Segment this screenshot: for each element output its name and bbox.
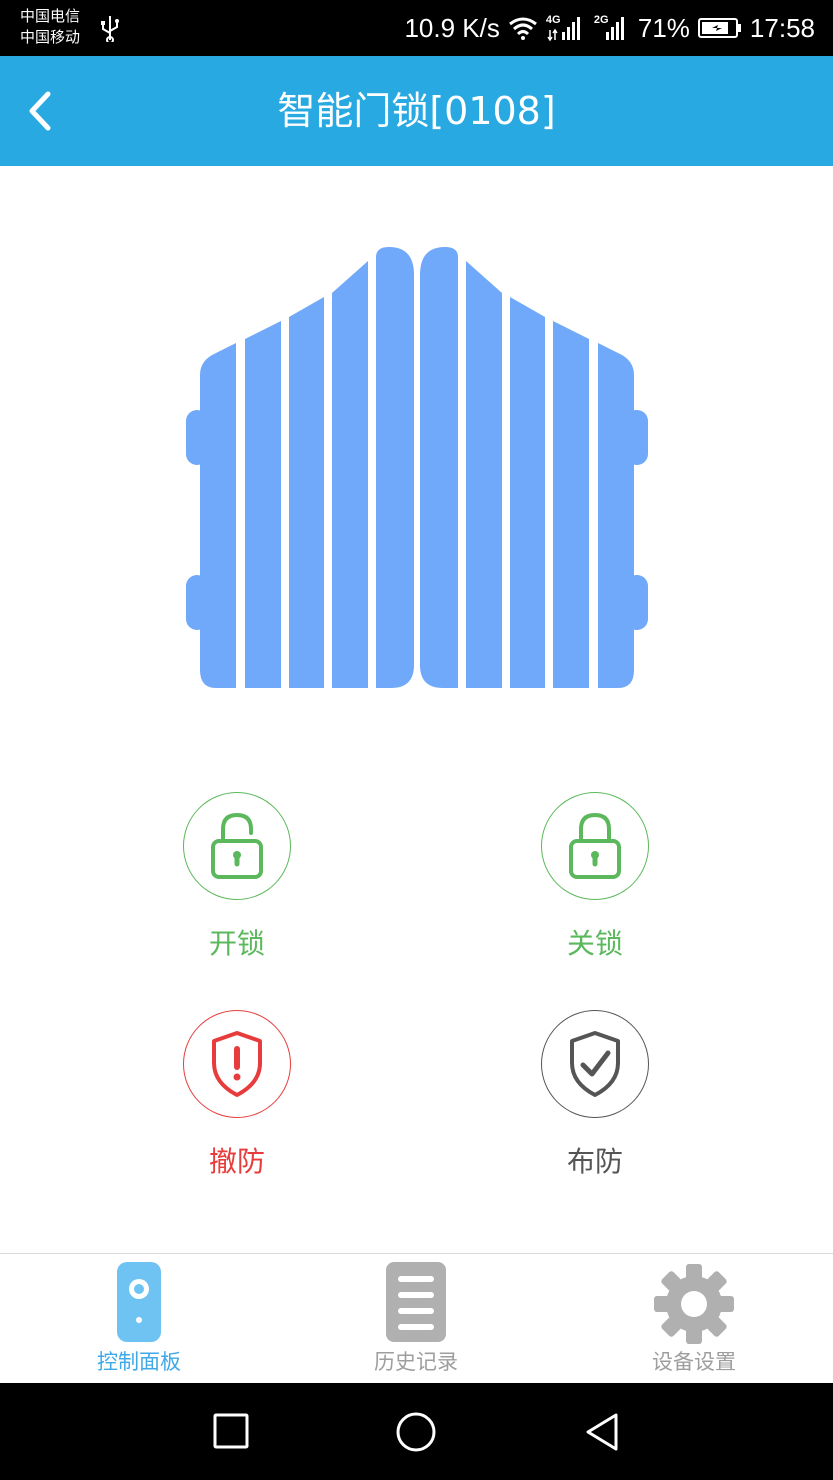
- tab-label-control-panel: 控制面板: [97, 1350, 181, 1374]
- lock-label: 关锁: [566, 927, 623, 960]
- tab-control-panel[interactable]: 控制面板: [39, 1254, 239, 1384]
- battery-percent: 71%: [637, 12, 690, 43]
- net-speed: 10.9 K/s: [404, 12, 500, 43]
- clock: 17:58: [749, 12, 815, 43]
- back-nav-button[interactable]: [582, 1411, 622, 1457]
- circle-home-icon: [396, 1412, 436, 1452]
- smart-lock-house-icon: [186, 245, 648, 690]
- carrier-1: 中国电信: [20, 7, 81, 25]
- home-button[interactable]: [395, 1411, 437, 1457]
- wifi-icon: [508, 16, 538, 40]
- app-header: 智能门锁[0108]: [0, 56, 833, 166]
- status-bar: 中国电信 中国移动 10.9 K/s 4G 2G 71% 17:58: [0, 0, 833, 56]
- shield-alert-icon: [212, 1031, 262, 1097]
- shield-check-icon: [570, 1031, 620, 1097]
- square-recents-icon: [213, 1413, 249, 1449]
- lock-circle[interactable]: [541, 792, 649, 900]
- triangle-back-icon: [586, 1413, 618, 1451]
- system-nav-bar: [0, 1383, 833, 1480]
- arm-label: 布防: [566, 1145, 623, 1178]
- tab-device-settings[interactable]: 设备设置: [594, 1254, 794, 1384]
- document-list-icon: [385, 1262, 447, 1348]
- tab-history[interactable]: 历史记录: [316, 1254, 516, 1384]
- recents-button[interactable]: [212, 1411, 250, 1455]
- carrier-names: 中国电信 中国移动: [20, 6, 80, 48]
- arm-circle[interactable]: [541, 1010, 649, 1118]
- unlock-circle[interactable]: [183, 792, 291, 900]
- disarm-button[interactable]: 撤防: [137, 1010, 337, 1180]
- status-right: 10.9 K/s 4G 2G 71% 17:58: [404, 12, 815, 44]
- unlock-label: 开锁: [208, 927, 265, 960]
- remote-control-icon: [116, 1262, 162, 1348]
- unlocked-padlock-icon: [211, 812, 263, 879]
- battery-icon: [697, 17, 742, 39]
- tab-label-device-settings: 设备设置: [652, 1350, 736, 1374]
- arm-button[interactable]: 布防: [495, 1010, 695, 1180]
- signal-icon-2: 2G: [594, 14, 630, 42]
- lock-button[interactable]: 关锁: [495, 792, 695, 962]
- tab-label-history: 历史记录: [374, 1350, 458, 1374]
- unlock-button[interactable]: 开锁: [137, 792, 337, 962]
- disarm-label: 撤防: [208, 1145, 265, 1178]
- page-title: 智能门锁[0108]: [277, 89, 556, 133]
- gear-icon: [652, 1262, 736, 1350]
- usb-icon: [100, 14, 120, 46]
- carrier-2: 中国移动: [20, 28, 81, 46]
- disarm-circle[interactable]: [183, 1010, 291, 1118]
- signal-icon: 4G: [546, 14, 586, 42]
- locked-padlock-icon: [569, 812, 621, 879]
- bottom-tab-bar: 控制面板 历史记录 设备设置: [0, 1253, 833, 1384]
